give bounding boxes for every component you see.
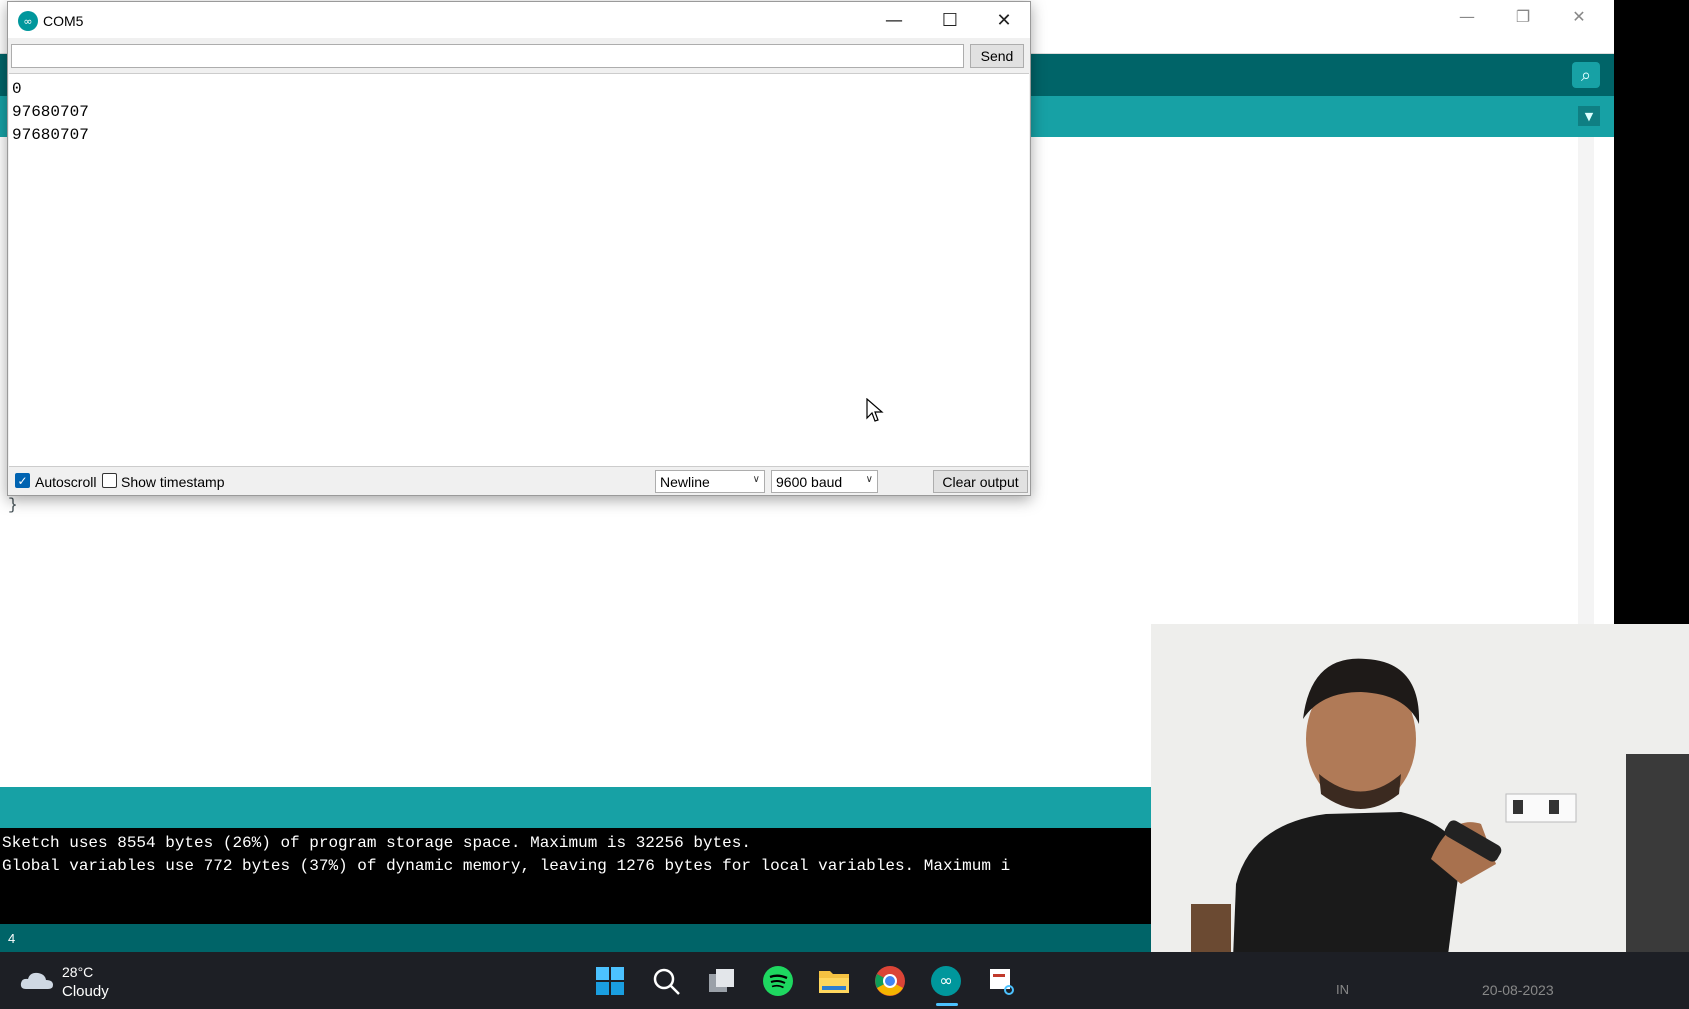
- clear-output-button[interactable]: Clear output: [933, 470, 1028, 493]
- line-ending-select[interactable]: Newline ∨: [655, 470, 765, 493]
- search-icon[interactable]: [649, 964, 683, 998]
- minimize-icon[interactable]: —: [866, 2, 922, 38]
- console-line: Sketch uses 8554 bytes (26%) of program …: [2, 834, 751, 852]
- serial-monitor-titlebar[interactable]: ∞ COM5 — ☐ ✕: [8, 2, 1030, 38]
- status-line-number: 4: [8, 931, 16, 946]
- baud-rate-value: 9600 baud: [776, 474, 843, 490]
- code-token: }: [8, 496, 18, 514]
- arduino-logo-icon: ∞: [18, 11, 38, 31]
- serial-monitor-footer: ✓ Autoscroll Show timestamp Newline ∨ 96…: [8, 468, 1030, 495]
- chevron-down-icon: ∨: [865, 474, 873, 485]
- arduino-icon[interactable]: ∞: [929, 964, 963, 998]
- taskbar-date[interactable]: 20-08-2023: [1482, 982, 1554, 998]
- serial-output-line: 0: [12, 80, 22, 98]
- ide-restore-icon[interactable]: ❐: [1500, 2, 1546, 30]
- send-button[interactable]: Send: [970, 44, 1024, 68]
- serial-output-line: 97680707: [12, 126, 89, 144]
- serial-monitor-icon[interactable]: ⌕: [1572, 62, 1600, 88]
- console-line: Global variables use 772 bytes (37%) of …: [2, 857, 1011, 875]
- ide-minimize-icon[interactable]: —: [1444, 2, 1490, 30]
- mouse-cursor-icon: [866, 398, 884, 422]
- active-app-indicator: [936, 1003, 958, 1006]
- ide-close-icon[interactable]: ✕: [1556, 2, 1602, 30]
- baud-rate-select[interactable]: 9600 baud ∨: [771, 470, 878, 493]
- serial-output-line: 97680707: [12, 103, 89, 121]
- weather-temperature[interactable]: 28°C: [62, 964, 93, 980]
- autoscroll-label: Autoscroll: [35, 474, 97, 490]
- line-ending-value: Newline: [660, 474, 710, 490]
- tab-menu-dropdown-icon[interactable]: ▼: [1578, 106, 1600, 126]
- taskbar: 28°C Cloudy ∞ IN 20-08-2023: [0, 952, 1689, 1009]
- cloud-icon: [20, 972, 53, 989]
- show-timestamp-label: Show timestamp: [121, 474, 225, 490]
- weather-condition[interactable]: Cloudy: [62, 983, 109, 1000]
- code-line: }: [8, 496, 18, 514]
- file-explorer-icon[interactable]: [817, 964, 851, 998]
- task-view-icon[interactable]: [705, 964, 739, 998]
- show-timestamp-checkbox[interactable]: [102, 473, 117, 488]
- autoscroll-checkbox[interactable]: ✓: [15, 473, 30, 488]
- serial-send-input[interactable]: [11, 44, 964, 68]
- chrome-icon[interactable]: [873, 964, 907, 998]
- window-title: COM5: [43, 13, 84, 29]
- close-icon[interactable]: ✕: [976, 2, 1032, 38]
- chevron-down-icon: ∨: [752, 474, 760, 485]
- maximize-icon[interactable]: ☐: [922, 2, 978, 38]
- spotify-icon[interactable]: [761, 964, 795, 998]
- snipping-tool-icon[interactable]: [985, 964, 1019, 998]
- start-icon[interactable]: [593, 964, 627, 998]
- input-language-indicator[interactable]: IN: [1336, 982, 1349, 997]
- svg-text:∞: ∞: [939, 971, 952, 990]
